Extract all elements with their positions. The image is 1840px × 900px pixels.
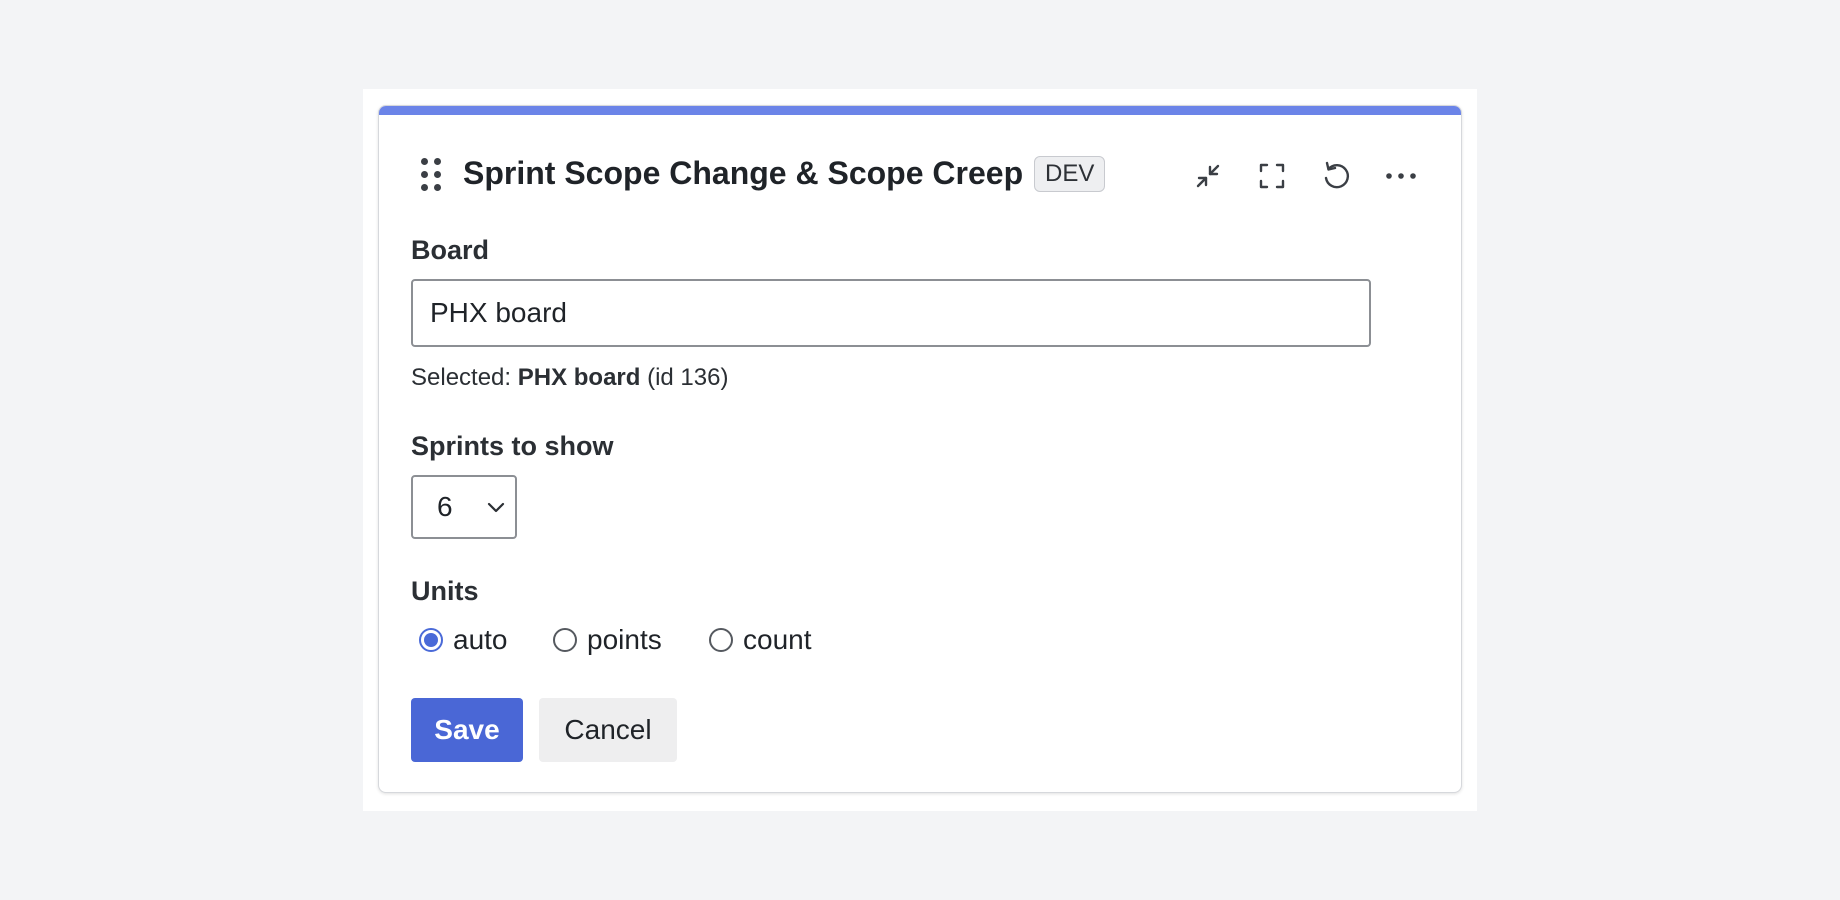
widget-title: Sprint Scope Change & Scope Creep [463,155,1024,191]
collapse-button[interactable] [1186,154,1230,198]
sprints-label: Sprints to show [411,431,614,461]
dev-badge: DEV [1034,156,1106,192]
cancel-button[interactable]: Cancel [539,698,677,762]
fullscreen-icon [1259,163,1285,189]
fullscreen-button[interactable] [1250,154,1294,198]
radio-button-checked[interactable] [419,628,443,652]
save-button[interactable]: Save [411,698,523,762]
widget-header: Sprint Scope Change & Scope Creep DEV [379,106,1461,246]
selected-board-text: Selected: PHX board (id 136) [411,362,728,394]
selected-prefix: Selected: [411,364,518,391]
sprints-select[interactable]: 6 [411,475,517,539]
radio-button[interactable] [553,628,577,652]
drag-handle-icon[interactable] [421,158,445,192]
selected-board-id: (id 136) [640,364,729,391]
board-input[interactable] [411,279,1371,347]
sprints-select-value: 6 [437,491,453,522]
selected-board-name: PHX board [517,364,641,391]
radio-button[interactable] [709,628,733,652]
radio-label-auto: auto [453,624,508,655]
collapse-arrows-icon [1196,164,1220,188]
more-dots-icon [1386,173,1416,179]
widget-card: Sprint Scope Change & Scope Creep DEV Bo… [378,105,1462,793]
board-label: Board [411,235,490,265]
more-button[interactable] [1379,154,1423,198]
reset-icon [1324,161,1350,189]
radio-label-points: points [587,624,662,655]
units-label: Units [411,576,479,606]
reset-button[interactable] [1314,154,1358,198]
chevron-down-icon [487,502,505,513]
radio-label-count: count [743,624,812,655]
